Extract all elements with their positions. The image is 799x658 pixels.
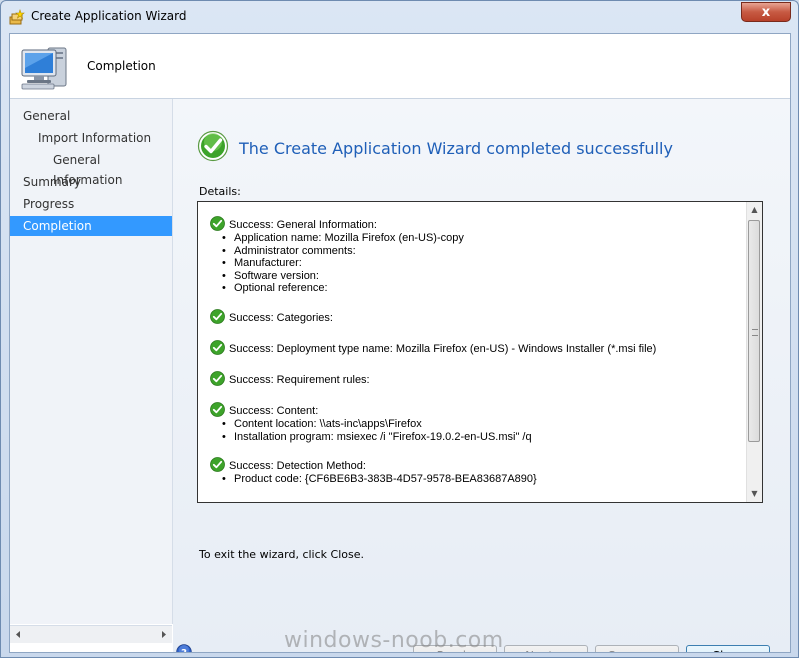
wizard-header: Completion: [10, 34, 790, 99]
wizard-main-panel: The Create Application Wizard completed …: [173, 99, 790, 652]
success-check-icon: [210, 371, 225, 386]
detail-section-categories: Success: Categories:: [210, 309, 746, 325]
nav-item-summary[interactable]: Summary: [10, 172, 172, 192]
svg-text:?: ?: [181, 648, 187, 653]
nav-item-general[interactable]: General: [10, 106, 172, 126]
nav-item-import-information[interactable]: Import Information: [10, 128, 172, 148]
success-check-icon: [210, 309, 225, 324]
detail-bullet: Application name: Mozilla Firefox (en-US…: [210, 232, 746, 245]
nav-item-progress[interactable]: Progress: [10, 194, 172, 214]
wizard-app-icon: [9, 9, 25, 25]
page-title: Completion: [87, 59, 156, 73]
nav-horizontal-scrollbar[interactable]: [10, 625, 172, 643]
detail-bullet: Content location: \\ats-inc\apps\Firefox: [210, 418, 746, 431]
detail-bullet: Optional reference:: [210, 282, 746, 295]
detail-bullet: Installation program: msiexec /i "Firefo…: [210, 431, 746, 444]
scroll-up-arrow-icon[interactable]: ▲: [747, 202, 762, 217]
detail-heading: Success: Deployment type name: Mozilla F…: [229, 343, 657, 355]
wizard-nav: General Import Information General Infor…: [10, 99, 173, 624]
summary-button[interactable]: Summary: [595, 645, 679, 652]
details-label: Details:: [199, 185, 241, 198]
watermark-text: windows-noob.com: [284, 628, 504, 653]
success-check-icon: [210, 402, 225, 417]
help-icon[interactable]: ?: [176, 644, 192, 653]
detail-section-deployment-type: Success: Deployment type name: Mozilla F…: [210, 340, 746, 356]
close-button[interactable]: Close: [686, 645, 770, 652]
success-check-icon: [210, 216, 225, 231]
detail-bullet: Software version:: [210, 270, 746, 283]
completion-headline: The Create Application Wizard completed …: [239, 139, 673, 158]
success-check-icon: [197, 130, 229, 162]
detail-bullet: Product code: {CF6BE6B3-383B-4D57-9578-B…: [210, 473, 746, 486]
detail-section-general-information: Success: General Information: Applicatio…: [210, 216, 746, 295]
nav-item-general-information[interactable]: General Information: [10, 150, 172, 187]
window-title: Create Application Wizard: [31, 9, 187, 23]
title-bar[interactable]: Create Application Wizard x: [1, 1, 798, 35]
exit-instructions: To exit the wizard, click Close.: [199, 548, 364, 561]
detail-bullet: Manufacturer:: [210, 257, 746, 270]
scroll-down-arrow-icon[interactable]: ▼: [747, 486, 762, 501]
next-button[interactable]: Next >: [504, 645, 588, 652]
detail-section-content: Success: Content: Content location: \\at…: [210, 402, 746, 444]
window-close-button[interactable]: x: [741, 2, 791, 22]
detail-section-requirement-rules: Success: Requirement rules:: [210, 371, 746, 387]
detail-heading: Success: General Information:: [229, 219, 377, 231]
detail-heading: Success: Detection Method:: [229, 460, 366, 472]
detail-heading: Success: Categories:: [229, 312, 333, 324]
details-vertical-scrollbar[interactable]: ▲ ▼: [746, 202, 762, 502]
detail-heading: Success: Requirement rules:: [229, 374, 370, 386]
scroll-left-arrow-icon[interactable]: [14, 630, 22, 639]
wizard-client-area: Completion General Import Information Ge…: [9, 33, 791, 653]
scroll-right-arrow-icon[interactable]: [160, 630, 168, 639]
wizard-window: Create Application Wizard x Completion G…: [0, 0, 799, 658]
scroll-thumb[interactable]: [748, 220, 760, 442]
success-check-icon: [210, 340, 225, 355]
details-box[interactable]: Success: General Information: Applicatio…: [197, 201, 763, 503]
nav-item-completion[interactable]: Completion: [10, 216, 172, 236]
detail-bullet: Administrator comments:: [210, 245, 746, 258]
detail-section-detection-method: Success: Detection Method: Product code:…: [210, 457, 746, 486]
detail-heading: Success: Content:: [229, 405, 319, 417]
success-check-icon: [210, 457, 225, 472]
computer-icon: [21, 47, 67, 90]
